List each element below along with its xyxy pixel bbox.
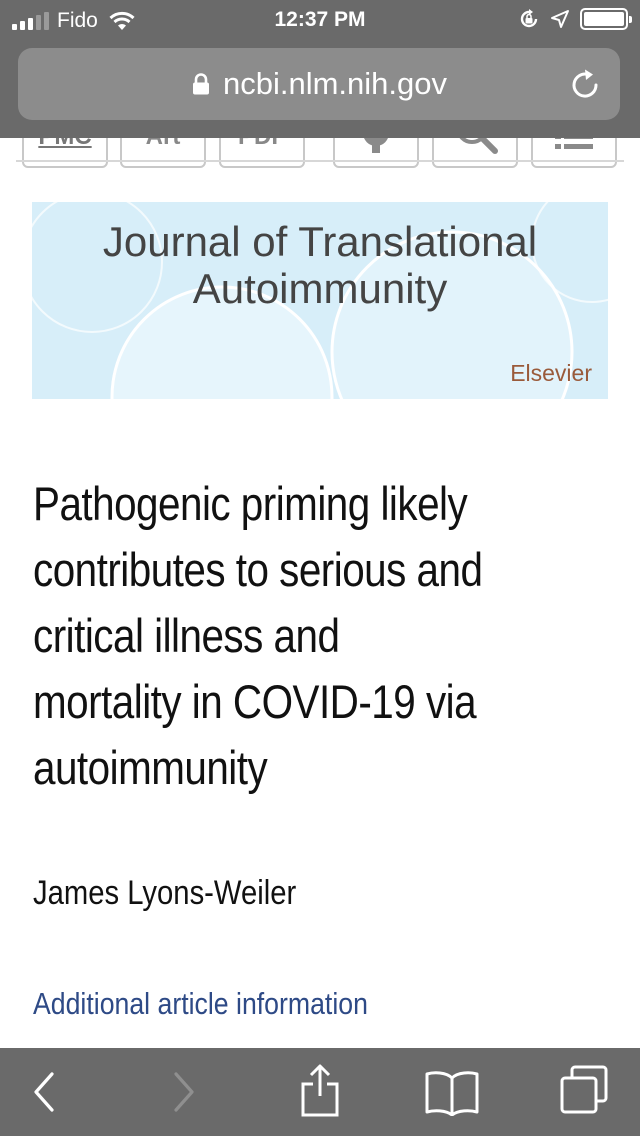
publisher-name: Elsevier	[510, 360, 592, 386]
pmc-toolbar: PMC Art PDF	[0, 138, 640, 188]
article-title-line-1: Pathogenic priming likely	[33, 477, 468, 530]
additional-article-info-link[interactable]: Additional article information	[33, 986, 368, 1022]
status-bar: Fido 12:37 PM	[0, 0, 640, 40]
battery-level-fill	[584, 12, 624, 26]
settings-button[interactable]	[333, 138, 419, 168]
article-button[interactable]: Art	[120, 138, 206, 168]
share-icon[interactable]	[298, 1062, 342, 1118]
orientation-lock-icon	[520, 9, 538, 28]
author-name[interactable]: James Lyons-Weiler	[33, 874, 296, 913]
address-bar-content: ncbi.nlm.nih.gov	[18, 48, 620, 120]
toolbar-divider	[16, 160, 624, 162]
tabs-icon[interactable]	[558, 1064, 610, 1116]
article-title-line-5: autoimmunity	[33, 741, 268, 794]
battery-icon	[580, 8, 632, 30]
bookmarks-icon[interactable]	[424, 1068, 480, 1116]
lock-icon	[192, 73, 209, 95]
search-button[interactable]	[432, 138, 518, 168]
journal-title: Journal of Translational Autoimmunity	[32, 218, 608, 312]
browser-bottom-toolbar	[0, 1048, 640, 1136]
article-title-line-3: critical illness and	[33, 609, 340, 662]
address-bar[interactable]: ncbi.nlm.nih.gov	[18, 48, 620, 120]
search-icon	[459, 138, 498, 154]
status-right	[518, 8, 632, 30]
journal-title-line-2: Autoimmunity	[192, 265, 448, 312]
menu-button[interactable]	[531, 138, 617, 168]
article-title-line-4: mortality in COVID-19 via	[33, 675, 477, 728]
browser-top-chrome: Fido 12:37 PM ncbi.nlm.nih.gov	[0, 0, 640, 138]
reload-icon[interactable]	[568, 68, 602, 102]
pmc-logo-button[interactable]: PMC	[22, 138, 108, 168]
journal-banner[interactable]: Journal of Translational Autoimmunity El…	[32, 202, 608, 399]
journal-title-line-1: Journal of Translational	[102, 218, 538, 265]
forward-icon[interactable]	[170, 1070, 198, 1114]
article-title: Pathogenic priming likely contributes to…	[33, 471, 623, 801]
url-text: ncbi.nlm.nih.gov	[222, 66, 447, 101]
pdf-button[interactable]: PDF	[219, 138, 305, 168]
gear-icon	[364, 138, 388, 153]
article-title-line-2: contributes to serious and	[33, 543, 483, 596]
list-menu-icon	[555, 138, 593, 149]
back-icon[interactable]	[30, 1070, 58, 1114]
web-page-content: PMC Art PDF	[0, 138, 640, 1048]
location-arrow-icon	[551, 10, 569, 28]
